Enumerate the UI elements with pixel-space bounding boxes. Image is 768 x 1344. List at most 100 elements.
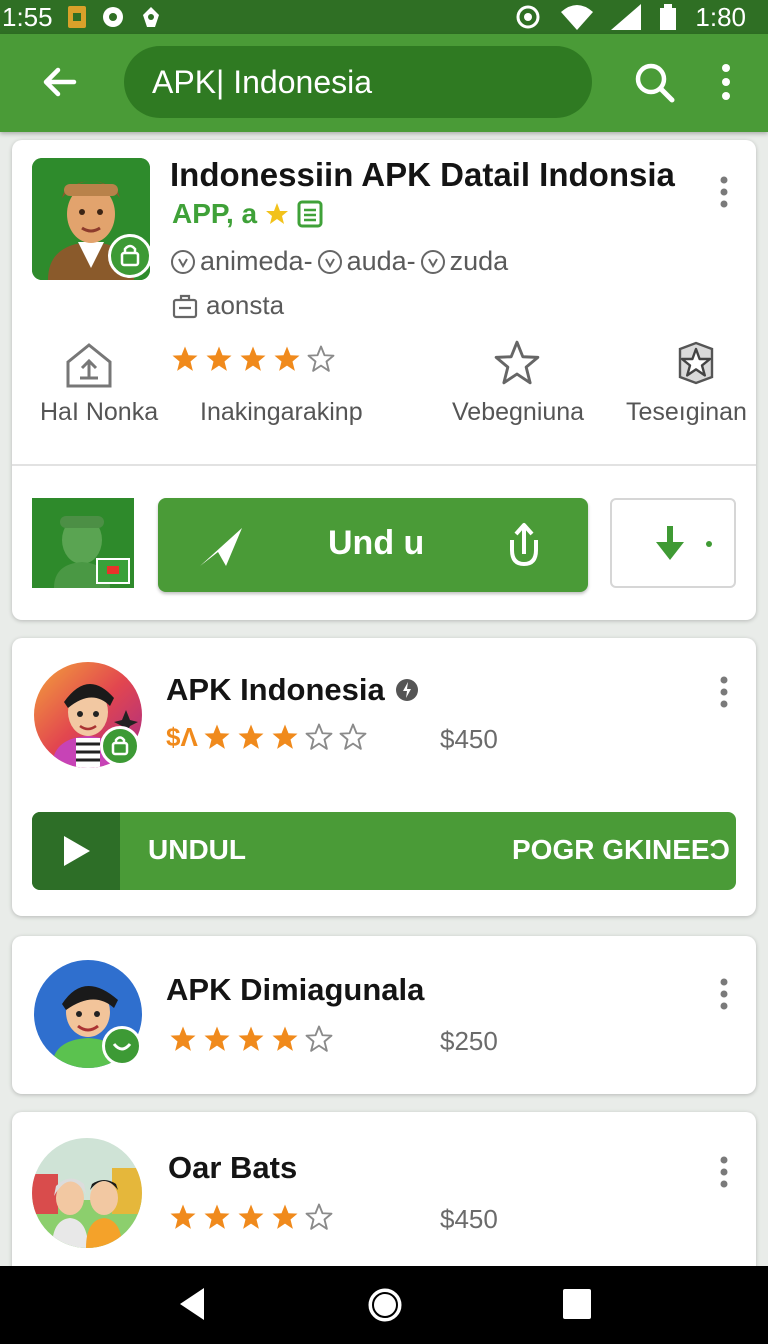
- app-rating-stars: [168, 1024, 334, 1054]
- avatar-illustration: [32, 1138, 142, 1248]
- star-empty-icon: [305, 723, 333, 750]
- featured-app-title: Indonessiin APK Datail Indonsia: [170, 156, 675, 193]
- star-filled-icon: [172, 346, 198, 371]
- stat-label-1: HaІ Nonka: [40, 398, 159, 426]
- nav-home-icon[interactable]: [366, 1286, 404, 1324]
- search-icon[interactable]: [632, 60, 676, 104]
- verified-circle-icon: [317, 249, 342, 274]
- star-filled-icon: [240, 346, 266, 371]
- wifi-icon: [561, 5, 594, 30]
- divider: [12, 464, 756, 466]
- card-overflow-icon[interactable]: [712, 976, 736, 1012]
- star-empty-icon: [307, 345, 335, 372]
- app-card[interactable]: APK Indonesia $Λ $450 UNDUL POGR GKINEEƆ: [12, 638, 756, 916]
- star-empty-icon: [339, 723, 367, 750]
- star-icon: [266, 203, 289, 224]
- featured-thumbnail[interactable]: [32, 498, 134, 588]
- search-query-text: APK| Indonesia: [152, 63, 373, 100]
- app-title: Oar Bats: [168, 1150, 298, 1185]
- progress-right-label: POGR GKINEEƆ: [512, 834, 730, 865]
- download-arrow-icon: [656, 526, 684, 560]
- star-filled-icon: [204, 724, 230, 749]
- star-filled-icon: [206, 346, 232, 371]
- card-overflow-icon[interactable]: [712, 174, 736, 210]
- notification-icon: [142, 7, 159, 27]
- briefcase-icon: [172, 294, 198, 318]
- star-filled-icon: [238, 1204, 264, 1229]
- document-icon: [297, 200, 323, 228]
- overflow-menu-icon[interactable]: [712, 60, 740, 104]
- star-empty-icon: [305, 1025, 333, 1052]
- star-empty-icon: [305, 1203, 333, 1230]
- install-button[interactable]: Und u: [158, 498, 588, 592]
- card-overflow-icon[interactable]: [712, 674, 736, 710]
- app-price: $450: [440, 724, 498, 754]
- sim-icon: [67, 6, 86, 28]
- star-filled-icon: [204, 1204, 230, 1229]
- stat-label-4: Teseıginan: [626, 398, 747, 426]
- app-price: $450: [440, 1204, 498, 1234]
- search-input[interactable]: APK| Indonesia: [124, 46, 592, 118]
- app-avatar[interactable]: [32, 1138, 142, 1248]
- nav-recents-icon[interactable]: [562, 1288, 592, 1320]
- star-filled-icon: [238, 724, 264, 749]
- status-bar: 1:55 1:80: [0, 0, 768, 34]
- developer-3[interactable]: zuda: [450, 246, 509, 277]
- play-icon[interactable]: [62, 834, 92, 868]
- stat-label-3: Vebegniuna: [452, 398, 585, 426]
- card-overflow-icon[interactable]: [712, 1154, 736, 1190]
- star-filled-icon: [170, 1026, 196, 1051]
- system-nav-bar: [0, 1266, 768, 1344]
- featured-app-subtitle: APP, a: [172, 198, 258, 229]
- star-filled-icon: [274, 346, 300, 371]
- featured-app-icon[interactable]: [32, 158, 150, 280]
- smile-badge-icon: [102, 1026, 142, 1066]
- app-card[interactable]: Oar Bats $450: [12, 1112, 756, 1282]
- category-row: aonsta: [172, 290, 284, 321]
- signal-icon: [611, 4, 642, 30]
- download-button[interactable]: [610, 498, 736, 588]
- star-outline-icon[interactable]: [492, 338, 542, 388]
- verified-circle-icon: [420, 249, 445, 274]
- developer-2[interactable]: auda-: [347, 246, 416, 277]
- nav-back-icon[interactable]: [176, 1286, 208, 1322]
- verified-circle-icon: [171, 249, 195, 274]
- rocket-icon: [200, 528, 242, 566]
- app-rating-stars: [168, 1202, 334, 1232]
- developer-row: animeda- auda- zuda: [170, 246, 508, 277]
- battery-icon: [660, 4, 677, 30]
- app-title: APK Dimiagunala: [166, 972, 425, 1007]
- sync-icon: [516, 5, 540, 29]
- app-title: APK Indonesia: [166, 672, 385, 707]
- lock-badge-icon: [108, 234, 150, 278]
- star-filled-icon: [170, 1204, 196, 1229]
- status-dot: [706, 541, 712, 547]
- app-title-row: APK Indonesia: [166, 672, 419, 708]
- app-bar: APK| Indonesia: [0, 34, 768, 132]
- verified-badge-icon: [395, 679, 418, 701]
- app-rating-stars: [202, 722, 368, 752]
- star-filled-icon: [238, 1026, 264, 1051]
- back-arrow-icon[interactable]: [38, 60, 82, 104]
- developer-1[interactable]: animeda-: [200, 246, 313, 277]
- download-progress-bar[interactable]: UNDUL POGR GKINEEƆ: [32, 812, 736, 890]
- star-box-icon[interactable]: [672, 338, 720, 388]
- featured-rating-stars: [170, 344, 336, 374]
- featured-app-card: Indonessiin APK Datail Indonsia APP, a a…: [12, 140, 756, 620]
- home-upload-icon: [66, 343, 112, 388]
- upload-icon: [510, 523, 538, 567]
- star-filled-icon: [272, 724, 298, 749]
- progress-left-label: UNDUL: [148, 834, 246, 865]
- install-button-label: Und u: [328, 524, 425, 562]
- app-price-prefix: $Λ: [166, 722, 198, 752]
- star-filled-icon: [272, 1204, 298, 1229]
- app-price: $250: [440, 1026, 498, 1056]
- flag-badge-icon: [96, 558, 130, 584]
- stat-label-2: Inakingarakinp: [200, 398, 363, 426]
- location-icon: [102, 7, 123, 27]
- featured-app-subtitle-row: APP, a: [172, 198, 323, 230]
- status-time-left: 1:55: [2, 1, 53, 32]
- category-label: aonsta: [206, 290, 285, 320]
- app-card[interactable]: APK Dimiagunala $250: [12, 936, 756, 1094]
- lock-badge-icon: [100, 726, 140, 766]
